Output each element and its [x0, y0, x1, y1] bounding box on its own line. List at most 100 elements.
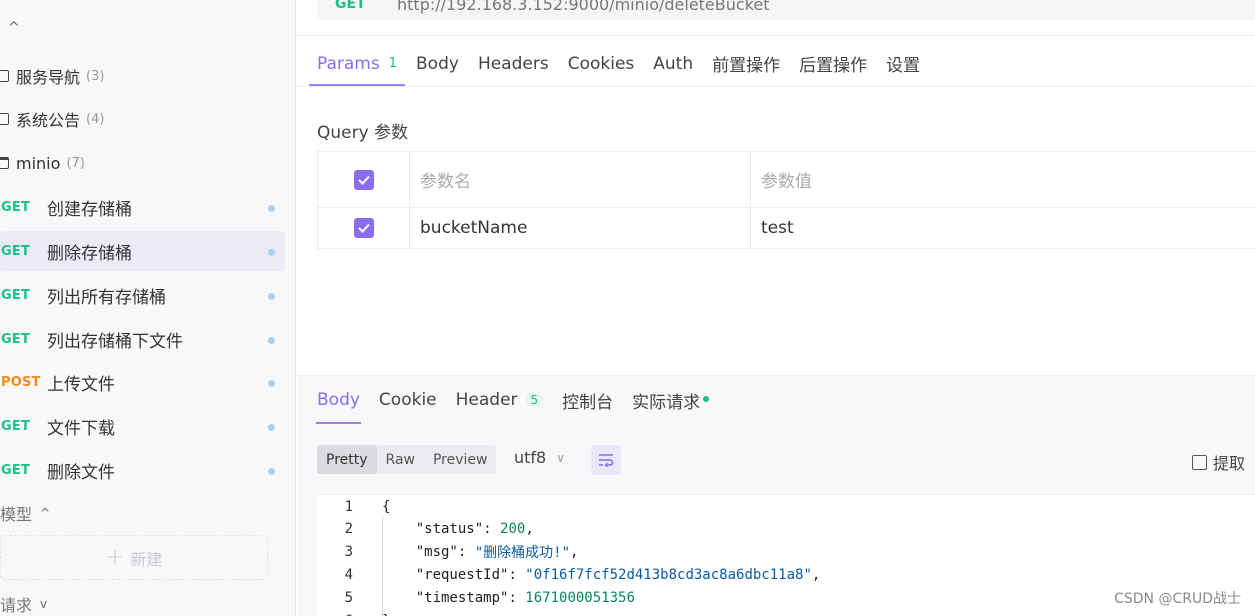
sidebar: ^ 服务导航 (3) 系统公告 (4) minio (7) GET 创建存储桶 … [0, 0, 296, 616]
method-badge: GET [1, 462, 31, 478]
column-header-name: 参数名 [410, 152, 751, 207]
tab-auth[interactable]: Auth [653, 40, 693, 87]
line-number: 2 [344, 521, 353, 537]
tab-params[interactable]: Params 1 [308, 40, 406, 87]
sidebar-item-label: 列出所有存储桶 [47, 287, 166, 308]
tab-body[interactable]: Body [416, 40, 459, 87]
encoding-select[interactable]: utf8 ∨ [514, 448, 565, 467]
chevron-up-icon: ^ [40, 506, 51, 520]
request-tabs: Params 1 Body Headers Cookies Auth 前置操作 … [308, 40, 939, 87]
line-number: 4 [344, 567, 353, 583]
code-line: 2 "status": 200, [317, 518, 534, 540]
json-key: "msg" [415, 544, 458, 560]
folder-system-notice[interactable]: 系统公告 (4) [0, 104, 104, 134]
code-line: 1{ [317, 496, 391, 518]
tab-headers[interactable]: Headers [478, 40, 549, 87]
chevron-up-icon[interactable]: ^ [8, 20, 20, 36]
chevron-down-icon: v [40, 597, 48, 611]
sidebar-item-delete-file[interactable]: GET 删除文件 [0, 450, 285, 490]
select-all-cell [317, 152, 410, 207]
row-checkbox[interactable] [353, 218, 374, 238]
method-badge: GET [1, 287, 31, 303]
encoding-value: utf8 [514, 448, 547, 467]
param-value-input[interactable]: test [751, 208, 1255, 248]
tab-post-operations[interactable]: 后置操作 [799, 40, 867, 87]
divider [297, 86, 1255, 87]
json-number: 200 [500, 521, 526, 537]
json-string: "删除桶成功!" [474, 545, 571, 561]
code-line: 3 "msg": "删除桶成功!", [317, 541, 579, 563]
section-requests[interactable]: 请求 v [0, 592, 47, 616]
url-input[interactable]: http://192.168.3.152:9000/minio/deleteBu… [397, 0, 770, 14]
status-dot [268, 249, 275, 256]
sidebar-item-label: 文件下载 [47, 418, 115, 439]
folder-count: (4) [86, 111, 105, 127]
new-label: 新建 [130, 549, 163, 569]
status-dot [268, 380, 275, 387]
sidebar-item-delete-bucket[interactable]: GET 删除存储桶 [0, 231, 285, 271]
folder-open-icon [0, 157, 9, 169]
param-name-input[interactable]: bucketName [410, 208, 751, 248]
code-line: 6} [317, 610, 391, 616]
tab-cookies[interactable]: Cookies [568, 40, 635, 87]
response-tabs: Body Cookie Header 5 控制台 实际请求 [316, 376, 728, 424]
line-number: 1 [344, 499, 353, 515]
folder-label: minio [16, 153, 61, 173]
tab-response-cookie[interactable]: Cookie [379, 376, 437, 424]
tab-settings[interactable]: 设置 [886, 40, 920, 87]
method-badge: GET [1, 243, 31, 259]
folder-count: (3) [86, 68, 105, 84]
request-method[interactable]: GET [335, 0, 397, 12]
check-icon [357, 223, 370, 233]
tab-label: Params [317, 53, 380, 74]
line-number: 3 [344, 544, 353, 560]
tab-badge: 5 [525, 393, 544, 407]
wrap-lines-button[interactable] [591, 445, 621, 475]
sidebar-item-label: 删除存储桶 [47, 243, 132, 264]
params-table: 参数名 参数值 bucketName test [317, 151, 1255, 249]
view-pretty-button[interactable]: Pretty [317, 445, 377, 474]
sidebar-item-upload-file[interactable]: POST 上传文件 [0, 362, 285, 402]
folder-minio[interactable]: minio (7) [0, 148, 85, 178]
tab-pre-operations[interactable]: 前置操作 [712, 40, 780, 87]
sidebar-item-list-buckets[interactable]: GET 列出所有存储桶 [0, 275, 285, 315]
new-model-button[interactable]: + 新建 [0, 535, 268, 580]
method-badge: GET [1, 331, 31, 347]
extract-button[interactable]: 提取 [1191, 450, 1245, 474]
url-bar[interactable]: GET http://192.168.3.152:9000/minio/dele… [317, 0, 1255, 20]
tab-response-body[interactable]: Body [316, 376, 361, 424]
status-dot [268, 468, 275, 475]
folder-icon [0, 70, 9, 82]
extract-label: 提取 [1212, 454, 1245, 473]
folder-count: (7) [66, 155, 85, 171]
json-key: "status" [415, 521, 484, 537]
tab-label: 实际请求 [632, 392, 701, 413]
table-header-row: 参数名 参数值 [317, 152, 1255, 208]
json-key: "timestamp" [415, 590, 509, 606]
sidebar-item-list-bucket-files[interactable]: GET 列出存储桶下文件 [0, 319, 285, 359]
json-string: "0f16f7fcf52d413b8cd3ac8a6dbc11a8" [525, 567, 812, 583]
view-mode-switch: Pretty Raw Preview [317, 445, 497, 474]
section-label: 请求 [0, 596, 33, 615]
select-all-checkbox[interactable] [353, 169, 374, 190]
sidebar-item-label: 上传文件 [47, 374, 115, 395]
plus-icon: + [105, 545, 125, 570]
sidebar-item-create-bucket[interactable]: GET 创建存储桶 [0, 187, 285, 227]
check-icon [357, 175, 370, 185]
tab-badge: 1 [388, 56, 398, 71]
sidebar-item-label: 列出存储桶下文件 [47, 331, 183, 352]
tab-console[interactable]: 控制台 [562, 376, 613, 424]
tab-response-header[interactable]: Header 5 [456, 376, 544, 424]
sidebar-item-download-file[interactable]: GET 文件下载 [0, 406, 285, 446]
extract-icon [1191, 454, 1207, 470]
section-models[interactable]: 模型 ^ [0, 501, 50, 525]
folder-service-nav[interactable]: 服务导航 (3) [0, 61, 104, 91]
view-raw-button[interactable]: Raw [377, 445, 424, 474]
method-badge: GET [1, 199, 31, 215]
column-header-value: 参数值 [761, 172, 812, 192]
divider [297, 35, 1255, 36]
json-number: 1671000051356 [525, 590, 635, 606]
tab-actual-request[interactable]: 实际请求 [632, 376, 710, 424]
view-preview-button[interactable]: Preview [424, 445, 497, 474]
json-key: "requestId" [415, 567, 509, 583]
